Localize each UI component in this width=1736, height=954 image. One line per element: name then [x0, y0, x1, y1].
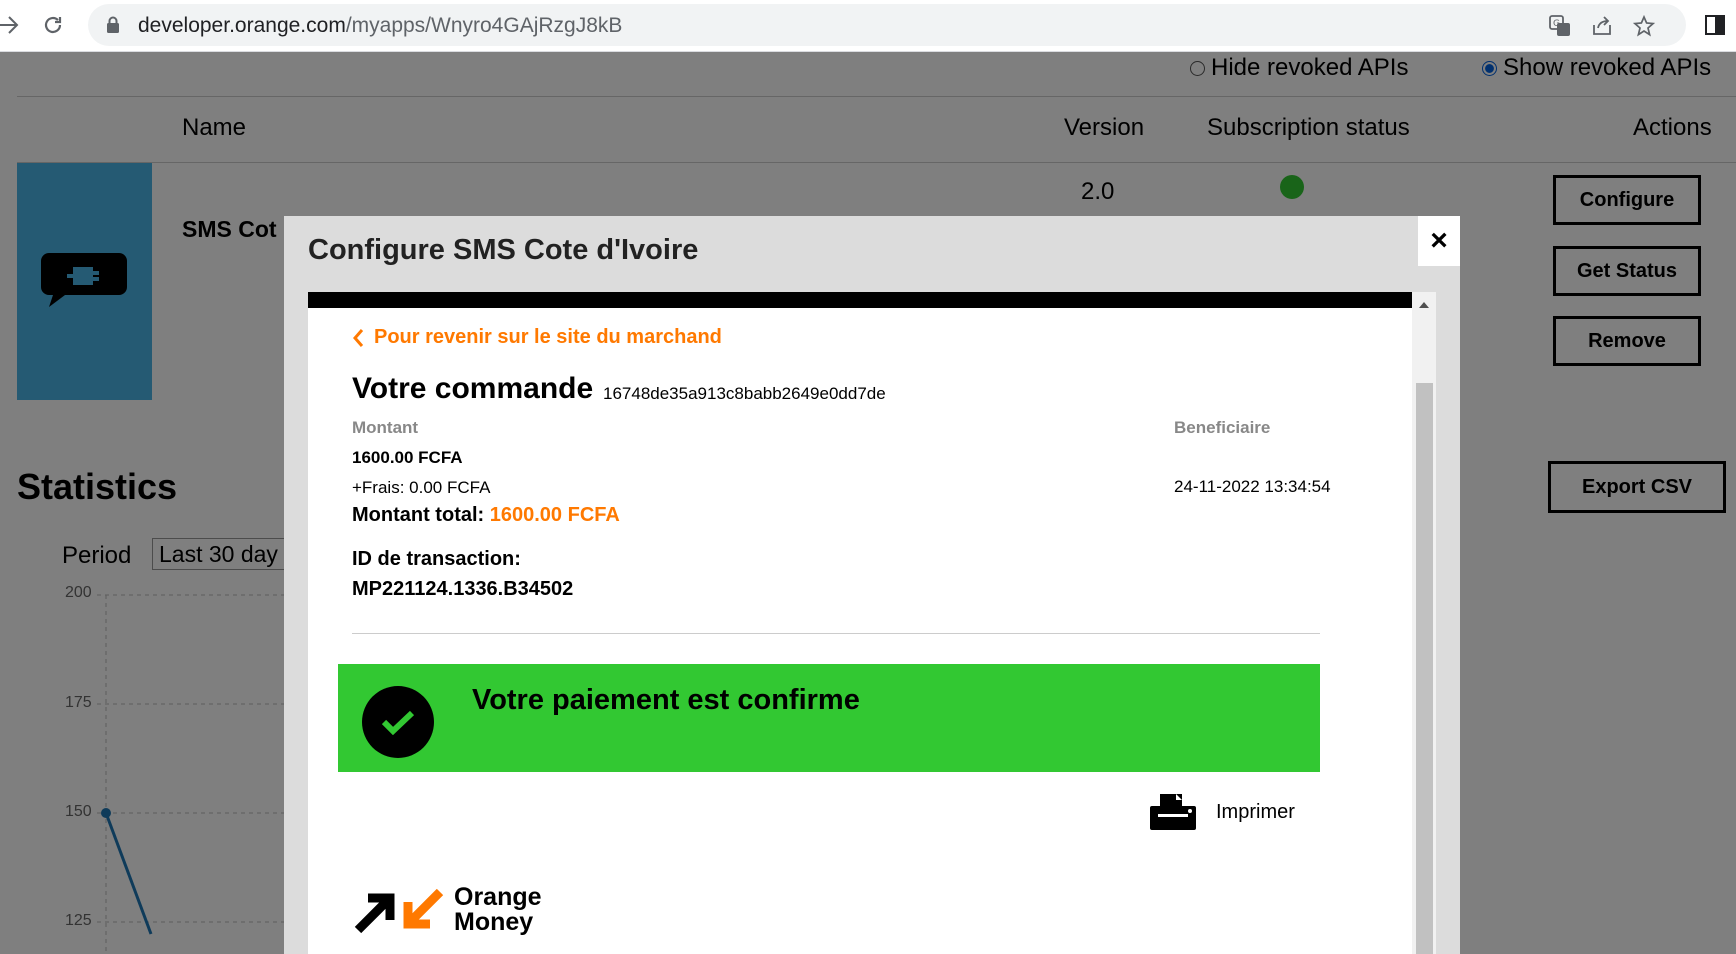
check-circle-icon [362, 686, 434, 758]
iframe-top-bar [308, 292, 1412, 308]
beneficiary-label: Beneficiaire [1174, 418, 1271, 437]
chevron-left-icon [353, 328, 364, 347]
amount-value: 1600.00 FCFA [352, 448, 463, 467]
total-value: 1600.00 FCFA [489, 504, 620, 526]
url-host: developer.orange.com [138, 14, 346, 37]
total-label: Montant total: [352, 504, 485, 526]
lock-icon [106, 16, 120, 39]
svg-text:G: G [1553, 19, 1560, 29]
scrollbar[interactable] [1412, 292, 1436, 954]
payment-iframe: Pour revenir sur le site du marchand Vot… [308, 292, 1436, 954]
divider [352, 633, 1320, 634]
payment-confirmed-banner: Votre paiement est confirme [338, 664, 1320, 772]
transaction-id-value: MP221124.1336.B34502 [352, 578, 574, 600]
scrollbar-thumb[interactable] [1416, 383, 1433, 954]
back-link-label: Pour revenir sur le site du marchand [374, 326, 722, 348]
share-icon[interactable] [1590, 14, 1614, 38]
close-icon[interactable]: × [1418, 216, 1460, 266]
order-title: Votre commande [352, 372, 594, 405]
bookmark-star-icon[interactable] [1632, 14, 1656, 38]
transaction-id-label: ID de transaction: [352, 548, 521, 570]
print-label: Imprimer [1216, 800, 1295, 823]
orange-money-logo: Orange Money [352, 884, 542, 936]
transaction-date: 24-11-2022 13:34:54 [1174, 477, 1331, 496]
fees-value: +Frais: 0.00 FCFA [352, 478, 491, 497]
logo-line-2: Money [454, 908, 534, 936]
payment-confirmed-text: Votre paiement est confirme [472, 684, 860, 716]
printer-icon [1150, 794, 1196, 830]
logo-line-1: Orange [454, 883, 542, 911]
order-id: 16748de35a913c8babb2649e0dd7de [603, 384, 886, 403]
back-to-merchant-link[interactable]: Pour revenir sur le site du marchand [352, 326, 722, 349]
back-arrow-icon[interactable] [0, 10, 24, 40]
amount-label: Montant [352, 418, 419, 437]
print-button[interactable]: Imprimer [1148, 792, 1295, 832]
total-amount: Montant total: 1600.00 FCFA [352, 504, 620, 527]
address-bar[interactable]: developer.orange.com/myapps/Wnyro4GAjRzg… [88, 4, 1686, 46]
scroll-up-arrow-icon[interactable] [1419, 302, 1429, 308]
modal-title: Configure SMS Cote d'Ivoire [308, 234, 699, 266]
orange-money-arrows-icon [354, 888, 444, 934]
configure-modal: Configure SMS Cote d'Ivoire × Pour reven… [284, 216, 1460, 954]
url-path: /myapps/Wnyro4GAjRzgJ8kB [345, 14, 623, 37]
url-text: developer.orange.com/myapps/Wnyro4GAjRzg… [138, 14, 622, 38]
browser-toolbar: developer.orange.com/myapps/Wnyro4GAjRzg… [0, 0, 1736, 52]
translate-icon[interactable]: G [1548, 14, 1572, 38]
reload-icon[interactable] [38, 10, 68, 40]
side-panel-icon[interactable] [1700, 10, 1730, 40]
